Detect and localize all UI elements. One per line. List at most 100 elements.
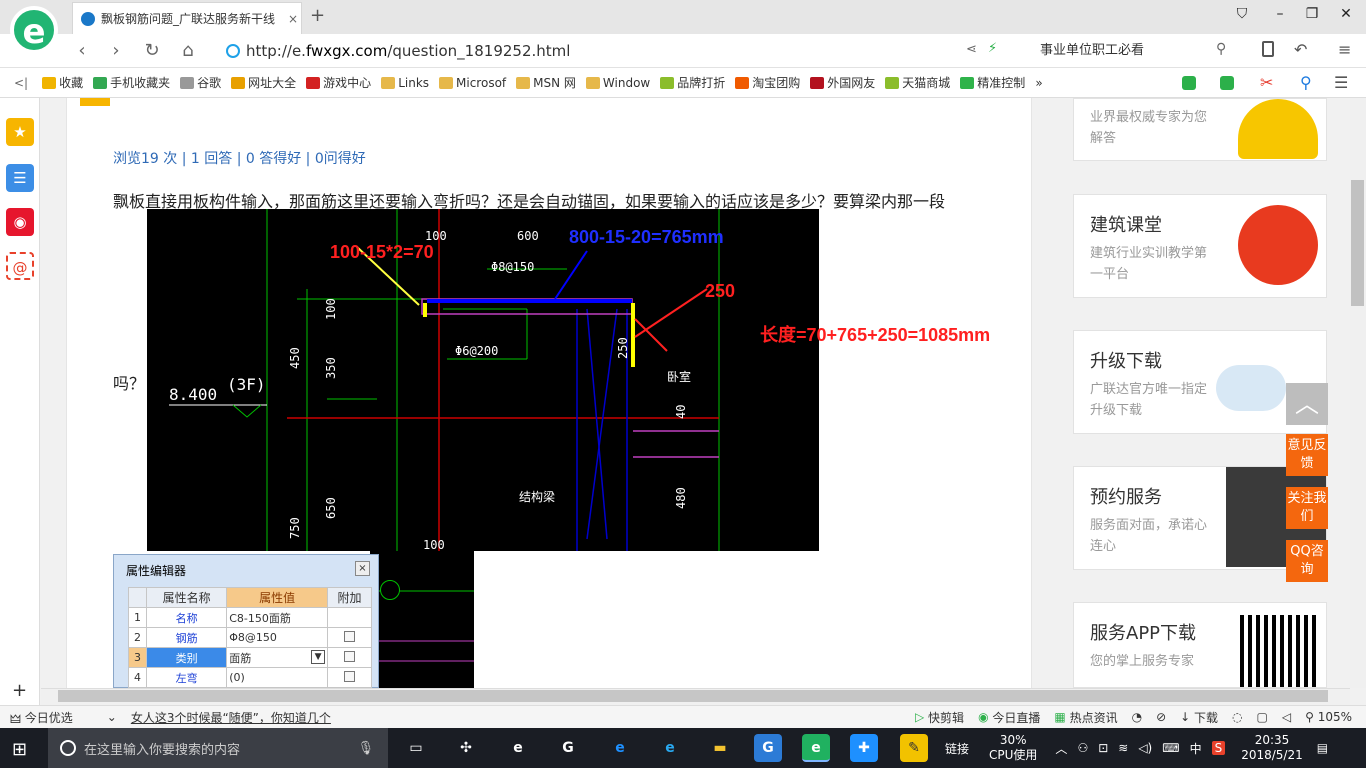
browser-logo-icon[interactable]: e xyxy=(10,6,58,54)
bookmark-item[interactable]: 游戏中心 xyxy=(306,74,371,91)
new-tab-button[interactable]: + xyxy=(310,5,325,26)
status-item-clip[interactable]: ▷ 快剪辑 xyxy=(915,709,964,726)
phone-icon[interactable] xyxy=(1262,41,1274,57)
news-link[interactable]: 女人这3个时候最“随便”，你知道几个 xyxy=(131,709,331,726)
task-view-icon[interactable]: ▭ xyxy=(402,734,430,762)
swirl-app-icon[interactable]: G xyxy=(554,734,582,762)
tab-close-icon[interactable]: × xyxy=(285,12,301,26)
translate-icon[interactable] xyxy=(1220,76,1234,90)
extra-checkbox[interactable] xyxy=(344,670,356,682)
row-value-select[interactable]: 面筋 ▼ xyxy=(226,647,329,668)
extra-checkbox[interactable] xyxy=(344,630,356,642)
bookmark-item[interactable]: 网址大全 xyxy=(231,74,296,91)
table-row[interactable]: 1 名称 C8-150面筋 xyxy=(128,607,372,628)
back-button[interactable]: ‹ xyxy=(70,40,94,61)
bookmark-item[interactable]: 品牌打折 xyxy=(660,74,725,91)
minimize-button[interactable]: – xyxy=(1268,6,1292,22)
question-stats[interactable]: 浏览19 次 | 1 回答 | 0 答得好 | 0问得好 xyxy=(113,148,366,168)
home-button[interactable]: ⌂ xyxy=(176,40,200,61)
close-window-button[interactable]: ✕ xyxy=(1334,6,1358,22)
bookmark-item[interactable]: 淘宝团购 xyxy=(735,74,800,91)
bookmark-item[interactable]: Microsof xyxy=(439,74,506,91)
history-icon[interactable]: ◌ xyxy=(1232,710,1242,724)
status-item-news[interactable]: ▦ 热点资讯 xyxy=(1054,709,1117,726)
shield-icon[interactable] xyxy=(1182,76,1196,90)
card-expert[interactable]: 业界最权威专家为您解答 xyxy=(1073,98,1327,161)
ime-indicator[interactable]: 中 xyxy=(1190,740,1202,757)
vertical-scroll-thumb[interactable] xyxy=(1351,180,1364,306)
follow-us-button[interactable]: 关注我们 xyxy=(1286,487,1328,529)
notifications-icon[interactable]: ▤ xyxy=(1317,741,1328,755)
card-app[interactable]: 服务APP下载 您的掌上服务专家 xyxy=(1073,602,1327,688)
volume-icon[interactable]: ◁) xyxy=(1138,741,1152,755)
glodon-app-icon[interactable]: G xyxy=(754,734,782,762)
property-editor-close-icon[interactable]: × xyxy=(355,561,370,576)
extra-checkbox[interactable] xyxy=(344,650,356,662)
bookmark-item[interactable]: 手机收藏夹 xyxy=(93,74,170,91)
crosshair-app-icon[interactable]: ✚ xyxy=(850,734,878,762)
reading-list-icon[interactable]: ☰ xyxy=(6,164,34,192)
dropdown-arrow-icon[interactable]: ▼ xyxy=(311,649,326,664)
share-icon[interactable]: ⋖ xyxy=(966,42,977,57)
taskbar-search[interactable]: 在这里输入你要搜索的内容 🎙 xyxy=(48,728,388,768)
status-item-download[interactable]: ↓ 下载 xyxy=(1180,709,1218,726)
notepad-app-icon[interactable]: ✎ xyxy=(900,734,928,762)
row-value[interactable]: (0) xyxy=(226,667,329,688)
tab-active[interactable]: 飘板钢筋问题_广联达服务新干线 × xyxy=(72,2,302,34)
favorites-star-icon[interactable]: ★ xyxy=(6,118,34,146)
window-icon[interactable]: ▢ xyxy=(1257,710,1268,724)
search-input[interactable]: 事业单位职工必看 xyxy=(1040,39,1240,63)
lightning-icon[interactable]: ⚡ xyxy=(988,41,997,56)
network-icon[interactable]: ⊡ xyxy=(1098,741,1108,755)
row-value[interactable]: Φ8@150 xyxy=(226,627,329,648)
edge-icon[interactable]: e xyxy=(606,734,634,762)
menu-icon[interactable]: ≡ xyxy=(1338,40,1351,59)
address-bar[interactable]: http://e. fwxgx.com/question_1819252.html xyxy=(226,39,986,63)
grid-menu-icon[interactable]: ☰ xyxy=(1334,73,1348,92)
bookmark-item[interactable]: Links xyxy=(381,74,429,91)
tray-link-label[interactable]: 链接 xyxy=(945,740,969,757)
card-course[interactable]: 建筑课堂 建筑行业实训教学第一平台 xyxy=(1073,194,1327,298)
bookmark-item[interactable]: 收藏 xyxy=(42,74,83,91)
scissors-icon[interactable]: ✂ xyxy=(1260,73,1273,92)
bookmark-item[interactable]: 天猫商城 xyxy=(885,74,950,91)
microphone-icon[interactable]: 🎙 xyxy=(357,741,374,756)
speed-icon[interactable]: ◔ xyxy=(1132,710,1142,724)
back-to-top-button[interactable]: ︿ xyxy=(1286,383,1328,425)
add-sidebar-icon[interactable]: + xyxy=(12,680,27,701)
property-editor-panel[interactable]: 属性编辑器 × 属性名称 属性值 附加 1 名称 C8-150面筋 2 钢筋 Φ… xyxy=(113,554,379,688)
fan-app-icon[interactable]: ✣ xyxy=(452,734,480,762)
sogou-ime-icon[interactable]: S xyxy=(1211,741,1226,755)
bookmarks-more-icon[interactable]: » xyxy=(1035,76,1042,90)
mute-icon[interactable]: ◁ xyxy=(1282,710,1291,724)
bookmark-item[interactable]: Window xyxy=(585,74,650,91)
clock[interactable]: 20:35 2018/5/21 xyxy=(1241,733,1303,763)
refresh-button[interactable]: ↻ xyxy=(140,40,164,61)
weibo-icon[interactable]: ◉ xyxy=(6,208,34,236)
file-explorer-icon[interactable]: ▬ xyxy=(706,734,734,762)
bookmark-item[interactable]: MSN 网 xyxy=(516,74,576,91)
status-item-live[interactable]: ◉ 今日直播 xyxy=(978,709,1040,726)
undo-icon[interactable]: ↶ xyxy=(1294,40,1307,59)
bookmark-item[interactable]: 精准控制 xyxy=(960,74,1025,91)
people-icon[interactable]: ⚇ xyxy=(1077,741,1088,755)
feedback-button[interactable]: 意见反馈 xyxy=(1286,434,1328,476)
sidebar-toggle-icon[interactable]: <| xyxy=(14,76,28,90)
ie-icon[interactable]: e xyxy=(656,734,684,762)
qq-consult-button[interactable]: QQ咨询 xyxy=(1286,540,1328,582)
shirt-icon[interactable]: ⛉ xyxy=(1230,6,1254,22)
cpu-meter[interactable]: 30% CPU使用 xyxy=(989,733,1037,763)
forward-button[interactable]: › xyxy=(104,40,128,61)
keyboard-icon[interactable]: ⌨ xyxy=(1162,741,1179,755)
table-row[interactable]: 4 左弯 (0) xyxy=(128,667,372,688)
search-icon[interactable]: ⚲ xyxy=(1216,41,1226,57)
browser-taskbar-icon[interactable]: e xyxy=(802,734,830,762)
windows-start-icon[interactable]: ⊞ xyxy=(12,739,27,760)
table-row[interactable]: 2 钢筋 Φ8@150 xyxy=(128,627,372,648)
clear-icon[interactable]: ⊘ xyxy=(1156,710,1166,724)
maximize-button[interactable]: ❐ xyxy=(1300,6,1324,22)
row-value[interactable]: C8-150面筋 xyxy=(226,607,329,628)
zoom-search-icon[interactable]: ⚲ xyxy=(1300,73,1312,92)
bookmark-item[interactable]: 外国网友 xyxy=(810,74,875,91)
mail-icon[interactable]: @ xyxy=(6,252,34,280)
